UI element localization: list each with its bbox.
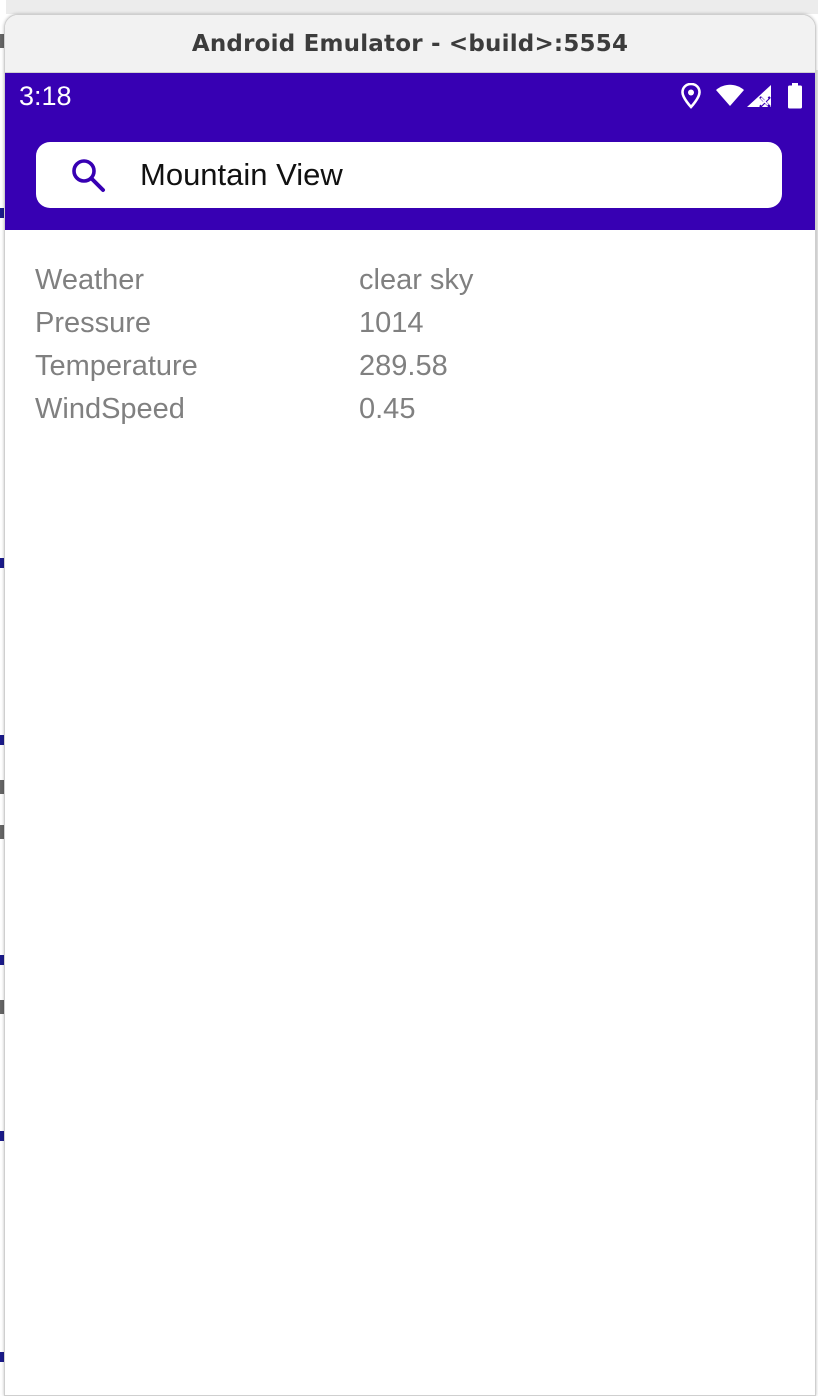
cellular-no-data-icon	[745, 83, 773, 109]
emulator-window: Android Emulator - <build>:5554 3:18 Mou…	[4, 14, 816, 1396]
pressure-value: 1014	[359, 307, 424, 339]
status-time: 3:18	[19, 81, 72, 111]
wifi-icon	[715, 84, 745, 108]
window-title: Android Emulator - <build>:5554	[191, 30, 629, 57]
windspeed-value: 0.45	[359, 393, 416, 425]
battery-icon	[787, 83, 803, 109]
temperature-value: 289.58	[359, 350, 448, 382]
weather-row: Weather clear sky	[35, 259, 473, 302]
phone-screen: 3:18 Mountain View Weather clear sky Pre…	[5, 73, 815, 1395]
weather-label: Weather	[35, 264, 145, 296]
search-bar[interactable]	[36, 142, 782, 208]
temperature-row: Temperature 289.58	[35, 345, 473, 388]
temperature-label: Temperature	[35, 350, 198, 382]
search-icon[interactable]	[68, 155, 108, 195]
app-bar: 3:18	[5, 73, 815, 230]
weather-value: clear sky	[359, 264, 474, 296]
pressure-label: Pressure	[35, 307, 152, 339]
background-desktop	[0, 0, 818, 14]
status-icons	[681, 81, 803, 111]
location-icon	[681, 83, 701, 109]
search-input[interactable]	[140, 157, 740, 193]
pressure-row: Pressure 1014	[35, 302, 473, 345]
windspeed-row: WindSpeed 0.45	[35, 388, 473, 431]
windspeed-label: WindSpeed	[35, 393, 185, 425]
status-bar: 3:18	[5, 73, 815, 123]
window-titlebar[interactable]: Android Emulator - <build>:5554	[5, 15, 815, 73]
weather-details: Weather clear sky Pressure 1014 Temperat…	[35, 259, 473, 431]
